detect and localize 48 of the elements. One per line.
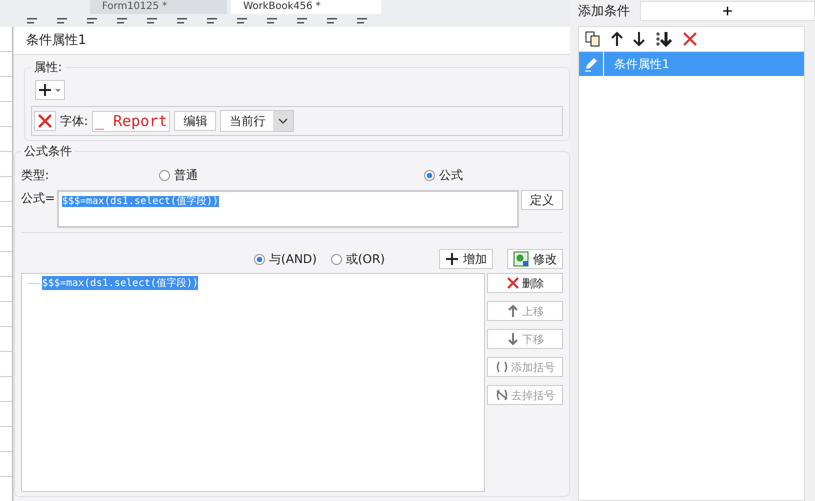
logic-radio[interactable]: 与(AND)	[254, 250, 317, 268]
toolbar-icon[interactable]	[56, 16, 68, 26]
toolbar-icon[interactable]	[26, 16, 38, 26]
close-icon	[506, 276, 520, 290]
add-button[interactable]: 增加	[439, 249, 493, 269]
up-arrow-icon	[506, 304, 520, 318]
logic-radio[interactable]: 或(OR)	[330, 250, 385, 268]
toolbar-icon[interactable]	[296, 16, 308, 26]
type-label: 类型:	[21, 166, 50, 184]
define-button[interactable]: 定义	[521, 190, 563, 210]
toolbar-icon[interactable]	[236, 16, 248, 26]
panel-title: 添加条件	[578, 3, 630, 20]
edit-button[interactable]: 编辑	[174, 111, 216, 131]
font-preview: _ Report	[92, 110, 170, 132]
add-condition-button[interactable]: +	[640, 1, 815, 21]
down-arrow-icon[interactable]	[633, 31, 645, 47]
dialog-title: 条件属性1	[14, 27, 570, 55]
modify-button[interactable]: 修改	[507, 249, 563, 269]
type-radio[interactable]: 公式	[424, 166, 463, 184]
scope-dropdown[interactable]: 当前行	[220, 110, 294, 132]
formula-label: 公式=	[21, 190, 56, 207]
brackets-icon	[495, 360, 509, 374]
toolbar-icon[interactable]	[176, 16, 188, 26]
toolbar-icon[interactable]	[146, 16, 158, 26]
group-label: 公式条件	[23, 143, 73, 160]
toolbar-icon[interactable]	[86, 16, 98, 26]
type-radio[interactable]: 普通	[159, 166, 198, 184]
toolbar-icon[interactable]	[326, 16, 338, 26]
remove-button[interactable]	[34, 111, 56, 131]
document-tab[interactable]: WorkBook456 *	[231, 0, 381, 14]
add-dropdown-button[interactable]	[35, 80, 65, 100]
toolbar-icon[interactable]	[116, 16, 128, 26]
caret-icon	[278, 118, 288, 124]
remove-brackets-icon	[495, 388, 509, 402]
up-arrow-icon[interactable]	[611, 31, 623, 47]
plus-icon	[445, 252, 459, 266]
down-arrow-icon	[506, 332, 520, 346]
toolbar-icon[interactable]	[356, 16, 368, 26]
toolbar-icon[interactable]	[266, 16, 278, 26]
font-label: 字体:	[60, 112, 88, 130]
toolbar-icon[interactable]	[206, 16, 218, 26]
move-bottom-icon[interactable]	[655, 31, 673, 47]
delete-button[interactable]: 删除	[487, 273, 563, 293]
delete-icon[interactable]	[683, 32, 697, 46]
copy-icon[interactable]	[585, 31, 601, 47]
document-tab[interactable]: Form10125 *	[90, 0, 228, 14]
pencil-icon	[583, 56, 599, 72]
group-label: 属性:	[33, 59, 64, 76]
